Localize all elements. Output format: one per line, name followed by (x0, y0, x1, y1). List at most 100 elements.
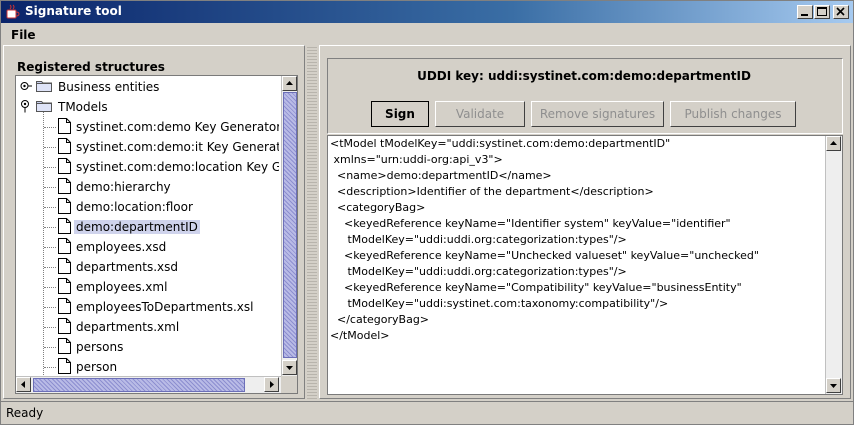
tree-list: Business entities TModels systinet.com:dem… (16, 76, 279, 375)
tree-item-label: persons (76, 340, 124, 354)
document-icon (58, 218, 71, 234)
structures-tree[interactable]: Business entities TModels systinet.com:dem… (15, 75, 298, 394)
tree-item-label: departments.xsd (76, 260, 179, 274)
tree-item[interactable]: systinet.com:demo:it Key Generator (16, 138, 279, 156)
tree-item-label: TModels (58, 100, 108, 114)
remove-signatures-button[interactable]: Remove signatures (531, 101, 664, 127)
registered-structures-panel: Registered structures Business entities T… (3, 45, 305, 399)
signature-panel: UDDI key: uddi:systinet.com:demo:departm… (319, 45, 851, 399)
tree-item-label: departments.xml (76, 320, 180, 334)
title-bar[interactable]: Signature tool (1, 1, 853, 23)
editor-vertical-scrollbar[interactable] (825, 136, 842, 394)
tree-item-label: demo:hierarchy (76, 180, 171, 194)
maximize-icon (817, 7, 827, 16)
tree-item-label: systinet.com:demo Key Generator (76, 120, 279, 134)
scrollbar-corner (281, 376, 297, 393)
window-title: Signature tool (25, 4, 122, 18)
tree-branch-line (44, 247, 56, 248)
document-icon (58, 238, 71, 254)
tree-item-label: Business entities (58, 80, 160, 94)
tree-item[interactable]: departments.xsd (16, 258, 279, 276)
tree-branch-line (44, 187, 56, 188)
scroll-left-button[interactable] (16, 377, 31, 392)
tree-branch-line (44, 267, 56, 268)
tree-expand-icon[interactable] (20, 80, 32, 95)
sign-button[interactable]: Sign (371, 101, 429, 127)
close-icon (836, 7, 845, 16)
tree-scroll-thumb[interactable] (283, 92, 297, 358)
arrow-left-icon (21, 381, 25, 388)
arrow-right-icon (270, 381, 274, 388)
tree-collapse-icon[interactable] (20, 99, 32, 116)
tree-branch-line (44, 127, 56, 128)
tree-item[interactable]: demo:location:floor (16, 198, 279, 216)
tree-horizontal-scrollbar[interactable] (16, 376, 281, 393)
tree-branch-line (44, 347, 56, 348)
tree-item[interactable]: employees.xsd (16, 238, 279, 256)
tree-branch-line (44, 207, 56, 208)
tree-item[interactable]: employeesToDepartments.xsl (16, 298, 279, 316)
tree-folder-node[interactable]: Business entities (16, 78, 279, 96)
document-icon (58, 278, 71, 294)
tree-item[interactable]: departments.xml (16, 318, 279, 336)
document-icon (58, 158, 71, 174)
publish-changes-button[interactable]: Publish changes (670, 101, 796, 127)
tree-item-label: demo:departmentID (74, 220, 200, 234)
tree-item[interactable]: demo:departmentID (16, 218, 279, 236)
tree-hscroll-thumb[interactable] (33, 378, 245, 392)
document-icon (58, 118, 71, 134)
document-icon (58, 358, 71, 374)
maximize-button[interactable] (814, 5, 830, 19)
tree-item-label: demo:location:floor (76, 200, 193, 214)
document-icon (58, 338, 71, 354)
scroll-right-button[interactable] (264, 377, 279, 392)
document-icon (58, 298, 71, 314)
tree-item-label: systinet.com:demo:it Key Generator (76, 140, 279, 154)
folder-icon (36, 99, 52, 112)
uddi-key-label: UDDI key: uddi:systinet.com:demo:departm… (417, 69, 751, 83)
split-pane-divider[interactable] (307, 45, 317, 399)
tree-item[interactable]: demo:hierarchy (16, 178, 279, 196)
key-box: UDDI key: uddi:systinet.com:demo:departm… (327, 58, 843, 134)
status-bar: Ready (1, 401, 853, 424)
java-coffee-icon (6, 4, 20, 19)
editor-scroll-up-button[interactable] (826, 136, 841, 151)
tree-item[interactable]: persons (16, 338, 279, 356)
menu-file[interactable]: File (11, 28, 36, 42)
arrow-up-icon (286, 81, 293, 85)
tree-branch-line (44, 147, 56, 148)
tree-item[interactable]: person (16, 358, 279, 375)
tree-item[interactable]: systinet.com:demo:location Key Gene (16, 158, 279, 176)
arrow-down-icon (286, 366, 293, 370)
document-icon (58, 318, 71, 334)
xml-content[interactable]: <tModel tModelKey="uddi:systinet.com:dem… (330, 136, 822, 391)
scroll-up-button[interactable] (282, 76, 297, 91)
registered-structures-heading: Registered structures (17, 60, 165, 74)
tree-branch-line (44, 307, 56, 308)
tree-item-label: employeesToDepartments.xsl (76, 300, 254, 314)
arrow-down-icon (830, 384, 837, 388)
tree-item-label: employees.xml (76, 280, 168, 294)
document-icon (58, 258, 71, 274)
document-icon (58, 138, 71, 154)
application-window: Signature tool File Registered structure… (0, 0, 854, 425)
xml-editor[interactable]: <tModel tModelKey="uddi:systinet.com:dem… (327, 135, 843, 395)
document-icon (58, 178, 71, 194)
tree-vertical-scrollbar[interactable] (281, 76, 297, 376)
minimize-icon (801, 14, 808, 16)
tree-item[interactable]: systinet.com:demo Key Generator (16, 118, 279, 136)
tree-item-label: person (76, 360, 118, 374)
arrow-up-icon (830, 141, 837, 145)
tree-item-label: systinet.com:demo:location Key Gene (76, 160, 279, 174)
validate-button[interactable]: Validate (435, 101, 525, 127)
editor-scroll-down-button[interactable] (826, 378, 841, 393)
tree-folder-node[interactable]: TModels (16, 98, 279, 116)
tree-branch-line (44, 367, 56, 368)
scroll-down-button[interactable] (282, 360, 297, 375)
folder-icon (36, 79, 52, 92)
tree-branch-line (44, 327, 56, 328)
tree-item[interactable]: employees.xml (16, 278, 279, 296)
close-button[interactable] (833, 5, 849, 19)
minimize-button[interactable] (797, 5, 813, 19)
tree-item-label: employees.xsd (76, 240, 167, 254)
